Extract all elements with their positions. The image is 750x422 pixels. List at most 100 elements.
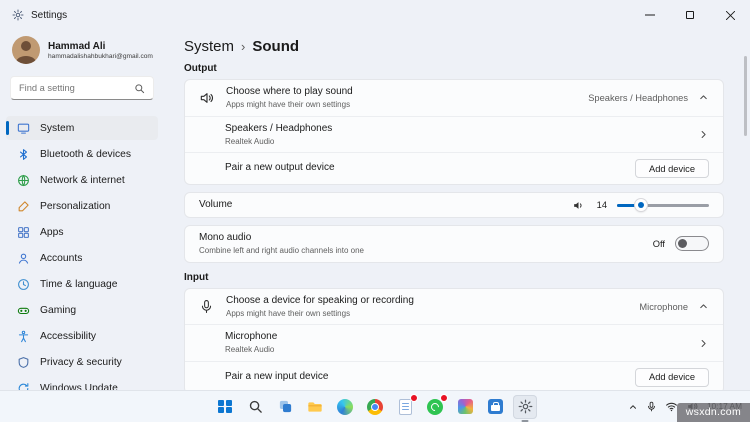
input-device-driver: Realtek Audio <box>225 345 275 355</box>
breadcrumb-system[interactable]: System <box>184 38 234 55</box>
mono-audio-state: Off <box>652 238 665 249</box>
volume-slider[interactable] <box>617 198 709 212</box>
main-content: System › Sound Output Choose where to pl… <box>164 30 750 394</box>
choose-input-row[interactable]: Choose a device for speaking or recordin… <box>185 289 723 325</box>
mono-audio-toggle[interactable] <box>675 236 709 252</box>
store-button[interactable] <box>483 395 507 419</box>
add-output-device-button[interactable]: Add device <box>635 159 709 179</box>
whatsapp-button[interactable] <box>423 393 448 419</box>
input-section-label: Input <box>184 271 209 283</box>
sidebar-nav: System Bluetooth & devices Network & int… <box>6 116 158 400</box>
maximize-button[interactable] <box>670 0 710 30</box>
pair-input-title: Pair a new input device <box>225 371 329 383</box>
volume-row: Volume 14 <box>185 193 723 217</box>
close-button[interactable] <box>710 0 750 30</box>
slider-thumb[interactable] <box>634 199 647 212</box>
mono-audio-title: Mono audio <box>199 232 252 244</box>
sidebar-item-personalization[interactable]: Personalization <box>6 194 158 218</box>
notepad-icon <box>398 398 412 415</box>
sidebar-item-label: Privacy & security <box>40 356 122 368</box>
start-button[interactable] <box>213 395 237 419</box>
speakers-headphones-row[interactable]: Speakers / Headphones Realtek Audio <box>185 115 723 153</box>
chevron-up-icon <box>698 92 709 103</box>
edge-icon <box>337 398 353 415</box>
photos-button[interactable] <box>453 395 477 419</box>
notification-badge <box>440 393 448 402</box>
settings-taskbar-button[interactable] <box>513 394 537 419</box>
sidebar-item-apps[interactable]: Apps <box>6 220 158 244</box>
user-profile[interactable]: Hammad Ali hammadalishahbukhari@gmail.co… <box>6 32 158 76</box>
photos-icon <box>457 399 473 414</box>
input-device-name: Microphone <box>225 331 278 343</box>
sidebar-item-system[interactable]: System <box>6 116 158 140</box>
volume-card: Volume 14 <box>184 192 724 219</box>
toggle-knob <box>678 239 687 249</box>
sidebar-item-label: Network & internet <box>40 174 125 186</box>
output-device-driver: Realtek Audio <box>225 136 275 146</box>
chevron-right-icon <box>698 129 709 140</box>
sidebar-item-label: Gaming <box>40 304 77 316</box>
mono-audio-row: Mono audio Combine left and right audio … <box>185 226 723 262</box>
page-title: Sound <box>252 38 300 55</box>
window-title: Settings <box>31 9 68 21</box>
notepad-button[interactable] <box>393 393 418 419</box>
choose-input-title: Choose a device for speaking or recordin… <box>226 294 414 306</box>
chrome-button[interactable] <box>363 395 387 419</box>
hidden-icons-chevron[interactable] <box>628 402 638 412</box>
file-explorer-button[interactable] <box>303 395 327 419</box>
taskbar: 10:17 AM <box>0 390 750 422</box>
personalization-brush-icon <box>16 199 30 213</box>
sidebar-item-privacy-security[interactable]: Privacy & security <box>6 350 158 374</box>
search-icon <box>134 83 145 94</box>
sidebar-item-gaming[interactable]: Gaming <box>6 298 158 322</box>
titlebar: Settings <box>0 0 750 30</box>
sidebar-item-time-language[interactable]: Time & language <box>6 272 158 296</box>
sidebar-item-accounts[interactable]: Accounts <box>6 246 158 270</box>
speaker-icon <box>199 90 216 106</box>
output-card: Choose where to play sound Apps might ha… <box>184 79 724 186</box>
choose-output-row[interactable]: Choose where to play sound Apps might ha… <box>185 80 723 116</box>
system-icon <box>16 121 30 135</box>
minimize-button[interactable] <box>630 0 670 30</box>
pair-input-row: Pair a new input device Add device <box>185 360 723 393</box>
chevron-up-icon <box>698 301 709 312</box>
volume-icon[interactable] <box>572 199 585 212</box>
settings-window: Settings Hammad Ali hammadalishahbukhari… <box>0 0 750 394</box>
gamepad-icon <box>16 303 30 317</box>
clock-icon <box>16 277 30 291</box>
volume-label: Volume <box>199 198 233 210</box>
desktop-screen: Settings Hammad Ali hammadalishahbukhari… <box>0 0 750 422</box>
vertical-scrollbar[interactable] <box>743 30 747 382</box>
choose-output-subtitle: Apps might have their own settings <box>226 100 351 109</box>
watermark: wsxdn.com <box>676 403 750 422</box>
store-icon <box>487 399 503 414</box>
selected-output-device: Speakers / Headphones <box>588 92 688 103</box>
sidebar-item-label: Time & language <box>40 278 118 290</box>
volume-value: 14 <box>596 200 607 211</box>
taskbar-search-button[interactable] <box>243 395 267 419</box>
scrollbar-thumb[interactable] <box>744 56 747 136</box>
search-input[interactable] <box>19 83 128 93</box>
output-section-label: Output <box>184 63 217 74</box>
sidebar-item-accessibility[interactable]: Accessibility <box>6 324 158 348</box>
taskbar-center <box>213 393 537 419</box>
sidebar-item-bluetooth-devices[interactable]: Bluetooth & devices <box>6 142 158 166</box>
edge-button[interactable] <box>333 395 357 419</box>
search-box[interactable] <box>10 76 154 100</box>
accounts-person-icon <box>16 251 30 265</box>
sidebar-item-label: Accounts <box>40 252 83 264</box>
shield-icon <box>16 355 30 369</box>
tray-microphone-icon[interactable] <box>646 401 657 412</box>
sidebar-item-network-internet[interactable]: Network & internet <box>6 168 158 192</box>
user-email: hammadalishahbukhari@gmail.com <box>48 52 153 60</box>
chevron-right-icon <box>698 338 709 349</box>
folder-icon <box>308 401 322 412</box>
task-view-button[interactable] <box>273 395 297 419</box>
microphone-row[interactable]: Microphone Realtek Audio <box>185 324 723 361</box>
breadcrumb: System › Sound <box>184 38 724 55</box>
add-input-device-button[interactable]: Add device <box>635 367 709 387</box>
selected-indicator <box>6 121 9 135</box>
wifi-icon[interactable] <box>665 400 678 413</box>
input-card: Choose a device for speaking or recordin… <box>184 287 724 394</box>
sidebar-item-label: Bluetooth & devices <box>40 148 132 160</box>
